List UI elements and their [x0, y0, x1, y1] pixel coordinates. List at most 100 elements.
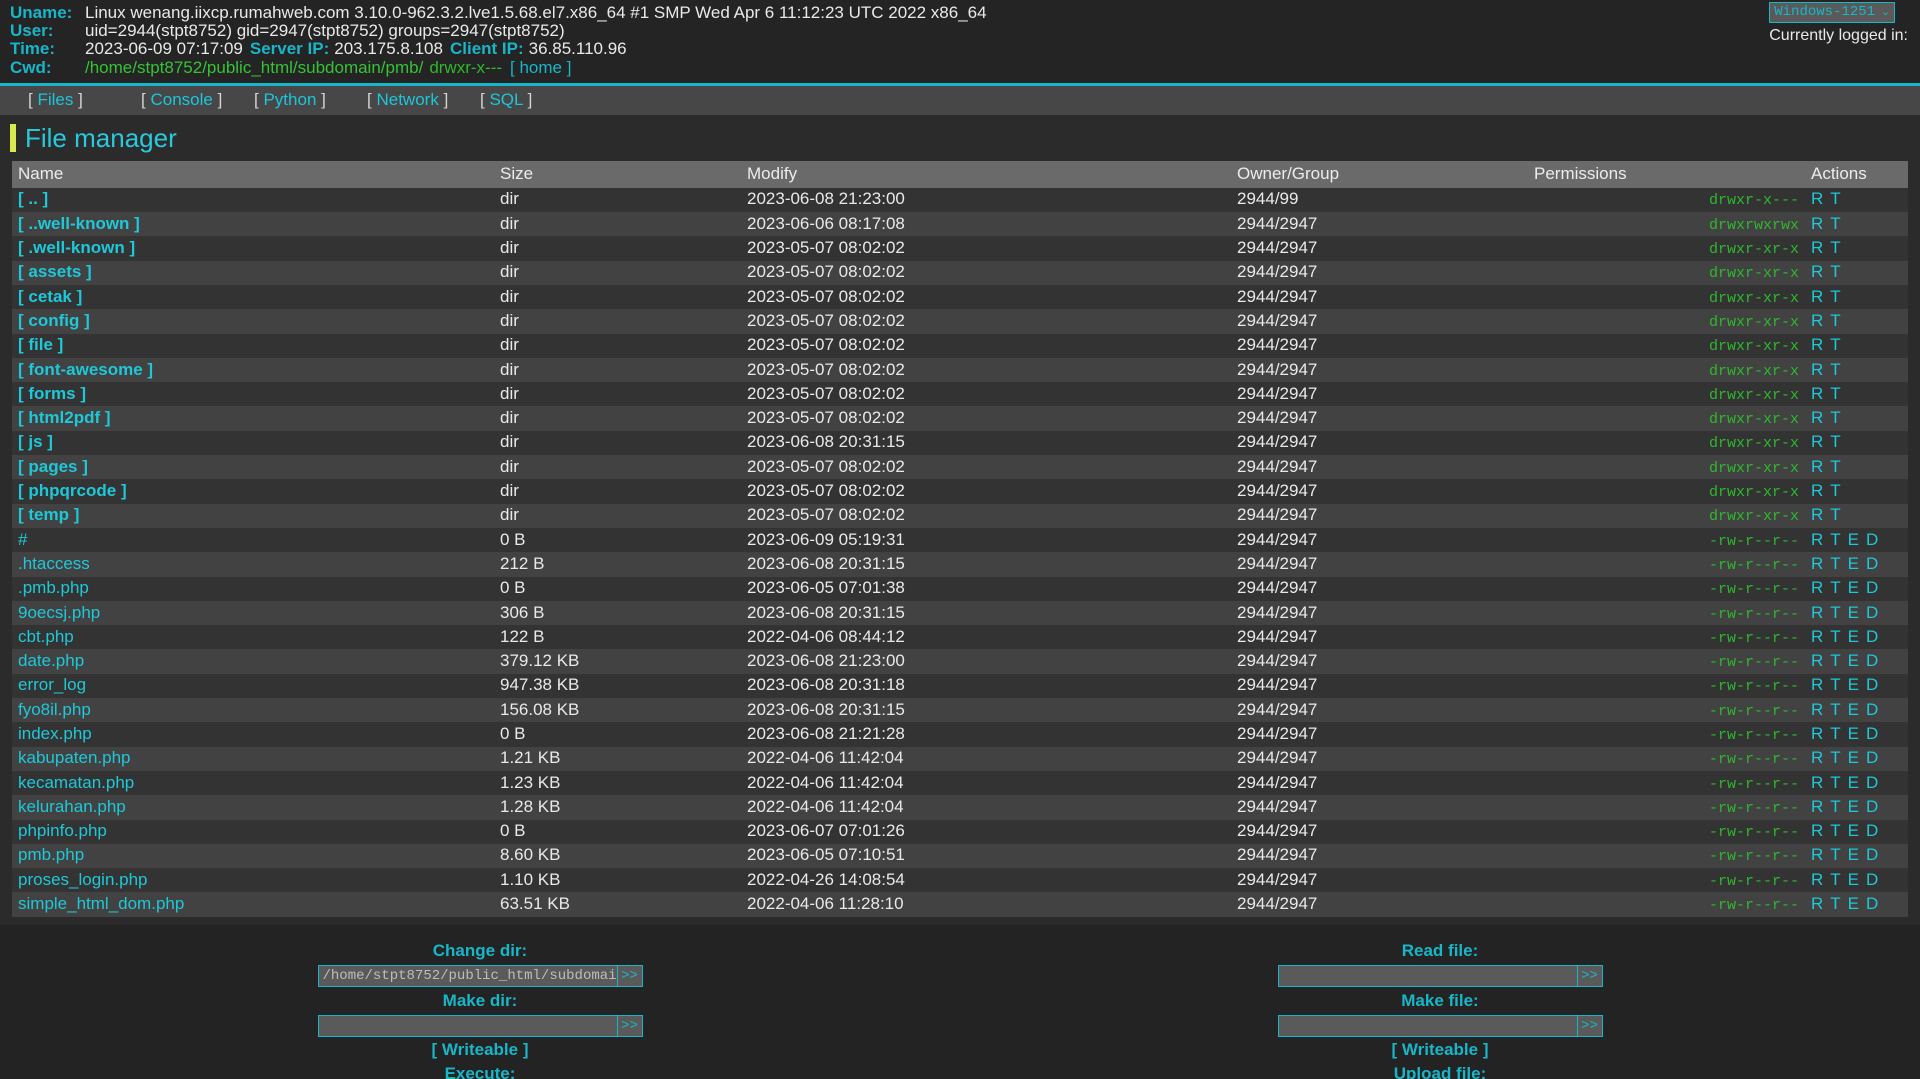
action-touch[interactable]: T	[1830, 505, 1840, 524]
action-touch[interactable]: T	[1830, 773, 1840, 792]
action-read[interactable]: R	[1811, 651, 1823, 670]
make-file-submit[interactable]: >>	[1577, 1014, 1603, 1037]
file-link[interactable]: #	[18, 530, 27, 549]
action-touch[interactable]: T	[1830, 384, 1840, 403]
action-touch[interactable]: T	[1830, 408, 1840, 427]
action-edit[interactable]: E	[1848, 724, 1859, 743]
nav-item-console[interactable]: [ Console ]	[141, 90, 254, 110]
action-delete[interactable]: D	[1866, 845, 1878, 864]
directory-link[interactable]: [ .. ]	[18, 189, 48, 208]
action-read[interactable]: R	[1811, 214, 1823, 233]
action-delete[interactable]: D	[1866, 748, 1878, 767]
action-read[interactable]: R	[1811, 238, 1823, 257]
action-read[interactable]: R	[1811, 748, 1823, 767]
action-edit[interactable]: E	[1848, 651, 1859, 670]
directory-link[interactable]: [ cetak ]	[18, 287, 82, 306]
action-delete[interactable]: D	[1866, 773, 1878, 792]
file-link[interactable]: 9oecsj.php	[18, 603, 100, 622]
action-touch[interactable]: T	[1830, 360, 1840, 379]
action-edit[interactable]: E	[1848, 530, 1859, 549]
file-link[interactable]: simple_html_dom.php	[18, 894, 184, 913]
action-read[interactable]: R	[1811, 335, 1823, 354]
action-touch[interactable]: T	[1830, 675, 1840, 694]
action-read[interactable]: R	[1811, 578, 1823, 597]
action-edit[interactable]: E	[1848, 821, 1859, 840]
action-read[interactable]: R	[1811, 287, 1823, 306]
action-edit[interactable]: E	[1848, 603, 1859, 622]
action-read[interactable]: R	[1811, 797, 1823, 816]
file-link[interactable]: error_log	[18, 675, 86, 694]
directory-link[interactable]: [ .well-known ]	[18, 238, 135, 257]
action-read[interactable]: R	[1811, 408, 1823, 427]
action-read[interactable]: R	[1811, 360, 1823, 379]
directory-link[interactable]: [ assets ]	[18, 262, 92, 281]
column-header-permissions[interactable]: Permissions	[1528, 160, 1805, 188]
action-touch[interactable]: T	[1830, 700, 1840, 719]
make-dir-input[interactable]	[317, 1014, 618, 1037]
action-read[interactable]: R	[1811, 554, 1823, 573]
action-touch[interactable]: T	[1830, 578, 1840, 597]
action-read[interactable]: R	[1811, 845, 1823, 864]
action-edit[interactable]: E	[1848, 700, 1859, 719]
action-touch[interactable]: T	[1830, 894, 1840, 913]
action-delete[interactable]: D	[1866, 530, 1878, 549]
change-dir-submit[interactable]: >>	[617, 964, 643, 987]
action-touch[interactable]: T	[1830, 432, 1840, 451]
action-read[interactable]: R	[1811, 627, 1823, 646]
action-touch[interactable]: T	[1830, 797, 1840, 816]
action-delete[interactable]: D	[1866, 724, 1878, 743]
action-edit[interactable]: E	[1848, 845, 1859, 864]
file-link[interactable]: kelurahan.php	[18, 797, 126, 816]
action-edit[interactable]: E	[1848, 675, 1859, 694]
directory-link[interactable]: [ html2pdf ]	[18, 408, 111, 427]
file-link[interactable]: .htaccess	[18, 554, 90, 573]
action-read[interactable]: R	[1811, 821, 1823, 840]
cwd-path[interactable]: /home/stpt8752/public_html/subdomain/pmb…	[85, 58, 423, 77]
directory-link[interactable]: [ pages ]	[18, 457, 88, 476]
home-link[interactable]: [ home ]	[510, 58, 571, 77]
action-edit[interactable]: E	[1848, 894, 1859, 913]
directory-link[interactable]: [ ..well-known ]	[18, 214, 140, 233]
action-touch[interactable]: T	[1830, 530, 1840, 549]
file-link[interactable]: proses_login.php	[18, 870, 147, 889]
action-delete[interactable]: D	[1866, 651, 1878, 670]
action-touch[interactable]: T	[1830, 603, 1840, 622]
action-touch[interactable]: T	[1830, 262, 1840, 281]
directory-link[interactable]: [ config ]	[18, 311, 90, 330]
nav-item-python[interactable]: [ Python ]	[254, 90, 367, 110]
make-dir-submit[interactable]: >>	[617, 1014, 643, 1037]
action-read[interactable]: R	[1811, 505, 1823, 524]
action-delete[interactable]: D	[1866, 700, 1878, 719]
action-delete[interactable]: D	[1866, 870, 1878, 889]
action-edit[interactable]: E	[1848, 797, 1859, 816]
action-edit[interactable]: E	[1848, 748, 1859, 767]
action-edit[interactable]: E	[1848, 773, 1859, 792]
action-touch[interactable]: T	[1830, 238, 1840, 257]
action-touch[interactable]: T	[1830, 335, 1840, 354]
action-touch[interactable]: T	[1830, 554, 1840, 573]
directory-link[interactable]: [ temp ]	[18, 505, 79, 524]
action-delete[interactable]: D	[1866, 675, 1878, 694]
action-touch[interactable]: T	[1830, 481, 1840, 500]
action-read[interactable]: R	[1811, 457, 1823, 476]
action-touch[interactable]: T	[1830, 845, 1840, 864]
action-edit[interactable]: E	[1848, 578, 1859, 597]
column-header-modify[interactable]: Modify	[741, 160, 1231, 188]
action-edit[interactable]: E	[1848, 627, 1859, 646]
nav-item-network[interactable]: [ Network ]	[367, 90, 480, 110]
action-read[interactable]: R	[1811, 384, 1823, 403]
encoding-select[interactable]: Windows-1251 ⌄	[1769, 2, 1896, 23]
column-header-size[interactable]: Size	[494, 160, 741, 188]
action-delete[interactable]: D	[1866, 627, 1878, 646]
action-delete[interactable]: D	[1866, 797, 1878, 816]
action-edit[interactable]: E	[1848, 554, 1859, 573]
file-link[interactable]: phpinfo.php	[18, 821, 107, 840]
change-dir-input[interactable]: /home/stpt8752/public_html/subdomain/pmb…	[317, 964, 618, 987]
action-read[interactable]: R	[1811, 262, 1823, 281]
action-read[interactable]: R	[1811, 894, 1823, 913]
action-read[interactable]: R	[1811, 530, 1823, 549]
action-touch[interactable]: T	[1830, 627, 1840, 646]
action-touch[interactable]: T	[1830, 724, 1840, 743]
file-link[interactable]: kecamatan.php	[18, 773, 134, 792]
action-touch[interactable]: T	[1830, 189, 1840, 208]
